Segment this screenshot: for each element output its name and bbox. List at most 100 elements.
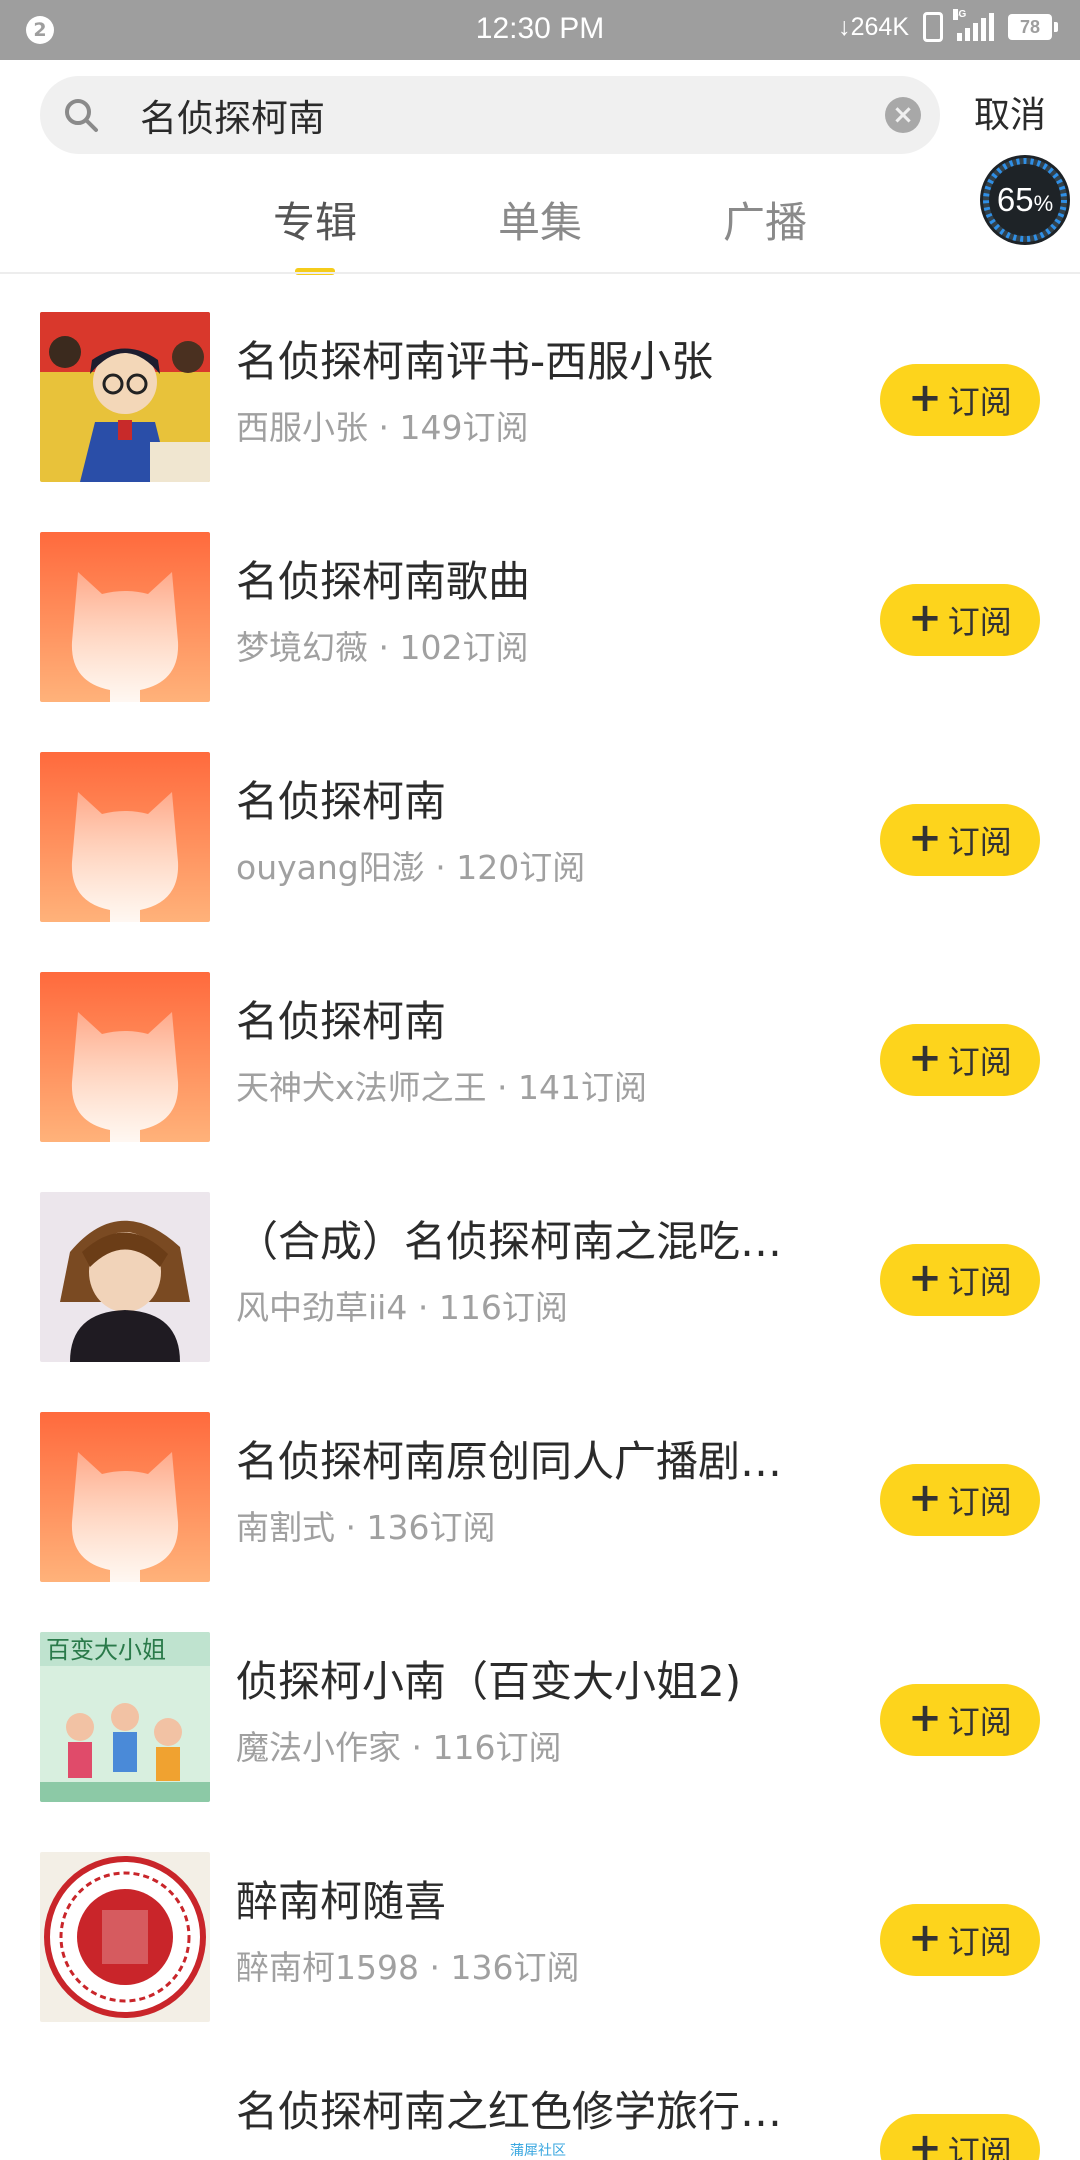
subscribe-button[interactable]: + 订阅: [880, 1684, 1040, 1756]
subscriber-count: 136订阅: [366, 1508, 496, 1547]
battery-icon: 78: [1008, 14, 1058, 40]
seal-cover-icon: [40, 1852, 210, 2022]
album-meta: 天神犬x法师之王 · 141订阅: [236, 1066, 816, 1110]
clear-search-icon[interactable]: ×: [885, 97, 921, 133]
album-title[interactable]: 名侦探柯南原创同人广播剧…: [236, 1434, 816, 1490]
plus-icon: +: [908, 1035, 942, 1081]
plus-icon: +: [908, 1475, 942, 1521]
album-cover[interactable]: [40, 1412, 210, 1582]
album-cover[interactable]: [40, 312, 210, 482]
album-cover[interactable]: [40, 1192, 210, 1362]
list-item[interactable]: 名侦探柯南 ouyang阳澎 · 120订阅 + 订阅: [0, 714, 1080, 934]
svg-text:百变大小姐: 百变大小姐: [46, 1636, 166, 1664]
search-icon: [65, 99, 98, 132]
album-author: 西服小张: [236, 408, 368, 447]
plus-icon: +: [908, 595, 942, 641]
album-title[interactable]: 名侦探柯南之红色修学旅行…: [236, 2084, 816, 2140]
search-input[interactable]: [140, 76, 880, 154]
default-cat-cover-icon: [40, 1412, 210, 1582]
net-speed-value: 264K: [850, 12, 909, 41]
subscribe-button[interactable]: + 订阅: [880, 1464, 1040, 1536]
album-title[interactable]: 名侦探柯南歌曲: [236, 554, 816, 610]
default-cat-cover-icon: [40, 532, 210, 702]
album-title[interactable]: 名侦探柯南: [236, 774, 816, 830]
list-item[interactable]: 名侦探柯南原创同人广播剧… 南割式 · 136订阅 + 订阅: [0, 1374, 1080, 1594]
album-author: 梦境幻薇: [236, 628, 368, 667]
subscribe-button[interactable]: + 订阅: [880, 584, 1040, 656]
default-cat-cover-icon: [40, 752, 210, 922]
tab-radio[interactable]: 广播: [705, 188, 825, 258]
subscriber-count: 102订阅: [399, 628, 529, 667]
list-item[interactable]: 名侦探柯南歌曲梦境幻薇 · 102订阅 + 订阅: [0, 494, 1080, 714]
meta-separator: ·: [407, 1288, 439, 1327]
album-cover[interactable]: [40, 972, 210, 1142]
tab-episodes[interactable]: 单集: [480, 188, 600, 258]
vibrate-icon: [923, 12, 943, 42]
plus-icon: +: [908, 815, 942, 861]
subscribe-button[interactable]: + 订阅: [880, 1904, 1040, 1976]
subscribe-button[interactable]: + 订阅: [880, 364, 1040, 436]
album-author: 魔法小作家: [236, 1728, 401, 1767]
tab-bar: 专辑 单集 广播: [0, 180, 1080, 275]
subscribe-button[interactable]: + 订阅: [880, 2114, 1040, 2160]
download-speed: ↓264K: [838, 12, 909, 41]
album-title[interactable]: （合成）名侦探柯南之混吃…: [236, 1214, 816, 1270]
album-meta: ouyang阳澎 · 120订阅: [236, 846, 816, 890]
subscribe-label: 订阅: [947, 1043, 1012, 1081]
meta-separator: ·: [368, 628, 400, 667]
album-cover[interactable]: [40, 752, 210, 922]
album-title[interactable]: 名侦探柯南评书-西服小张: [236, 334, 816, 390]
tab-albums[interactable]: 专辑: [255, 188, 375, 258]
meta-separator: ·: [401, 1728, 433, 1767]
list-item[interactable]: 百变大小姐侦探柯小南（百变大小姐2) 魔法小作家 · 116订阅 + 订阅: [0, 1594, 1080, 1814]
subscribe-button[interactable]: + 订阅: [880, 1244, 1040, 1316]
album-meta: 醉南柯1598 · 136订阅: [236, 1946, 816, 1990]
subscribe-label: 订阅: [947, 823, 1012, 861]
subscribe-label: 订阅: [947, 603, 1012, 641]
subscriber-count: 116订阅: [432, 1728, 562, 1767]
album-author: 天神犬x法师之王: [236, 1068, 487, 1107]
community-label[interactable]: 蒲犀社区: [510, 2140, 566, 2160]
album-title[interactable]: 名侦探柯南: [236, 994, 816, 1050]
subscriber-count: 116订阅: [438, 1288, 568, 1327]
album-meta: 西服小张 · 149订阅: [236, 406, 816, 450]
album-cover[interactable]: [40, 532, 210, 702]
plus-icon: +: [908, 375, 942, 421]
album-cover[interactable]: [40, 1852, 210, 2022]
progress-badge[interactable]: 65%: [980, 155, 1070, 245]
plus-icon: +: [908, 1915, 942, 1961]
plus-icon: +: [908, 2125, 942, 2160]
album-meta: 梦境幻薇 · 102订阅: [236, 626, 816, 670]
album-meta: 南割式 · 136订阅: [236, 1506, 816, 1550]
status-bar: 2 12:30 PM ↓264K 4G 78: [0, 0, 1080, 60]
meta-separator: ·: [424, 848, 457, 887]
network-type: 4G: [953, 9, 967, 20]
character-cover-icon: [40, 1192, 210, 1362]
meta-separator: ·: [335, 1508, 367, 1547]
subscriber-count: 136订阅: [450, 1948, 580, 1987]
album-meta: 风中劲草ii4 · 116订阅: [236, 1286, 816, 1330]
album-title[interactable]: 侦探柯小南（百变大小姐2): [236, 1654, 816, 1710]
album-title[interactable]: 醉南柯随喜: [236, 1874, 816, 1930]
list-item[interactable]: 醉南柯随喜醉南柯1598 · 136订阅 + 订阅: [0, 1814, 1080, 2034]
cancel-button[interactable]: 取消: [955, 88, 1065, 144]
list-item[interactable]: 名侦探柯南评书-西服小张西服小张 · 149订阅 + 订阅: [0, 274, 1080, 494]
subscribe-button[interactable]: + 订阅: [880, 1024, 1040, 1096]
subscribe-label: 订阅: [947, 1923, 1012, 1961]
subscribe-label: 订阅: [947, 2133, 1012, 2160]
album-meta: 魔法小作家 · 116订阅: [236, 1726, 816, 1770]
anime-cover-icon: [40, 312, 210, 482]
results-list: 名侦探柯南评书-西服小张 西服小张 · 149订阅 + 订阅 名侦探柯南歌曲 梦境幻薇 ·…: [0, 274, 1080, 2160]
album-cover[interactable]: 百变大小姐: [40, 1632, 210, 1802]
album-author: 风中劲草ii4: [236, 1288, 408, 1327]
album-author: 南割式: [236, 1508, 335, 1547]
book-cover-icon: 百变大小姐: [40, 1632, 210, 1802]
list-item[interactable]: 名侦探柯南天神犬x法师之王 · 141订阅 + 订阅: [0, 934, 1080, 1154]
search-box[interactable]: ×: [40, 76, 940, 154]
subscribe-label: 订阅: [947, 1483, 1012, 1521]
list-item[interactable]: （合成）名侦探柯南之混吃… 风中劲草ii4 · 116订阅 + 订阅: [0, 1154, 1080, 1374]
subscribe-label: 订阅: [947, 1703, 1012, 1741]
album-author: 醉南柯1598: [236, 1948, 419, 1987]
default-cat-cover-icon: [40, 972, 210, 1142]
subscribe-button[interactable]: + 订阅: [880, 804, 1040, 876]
